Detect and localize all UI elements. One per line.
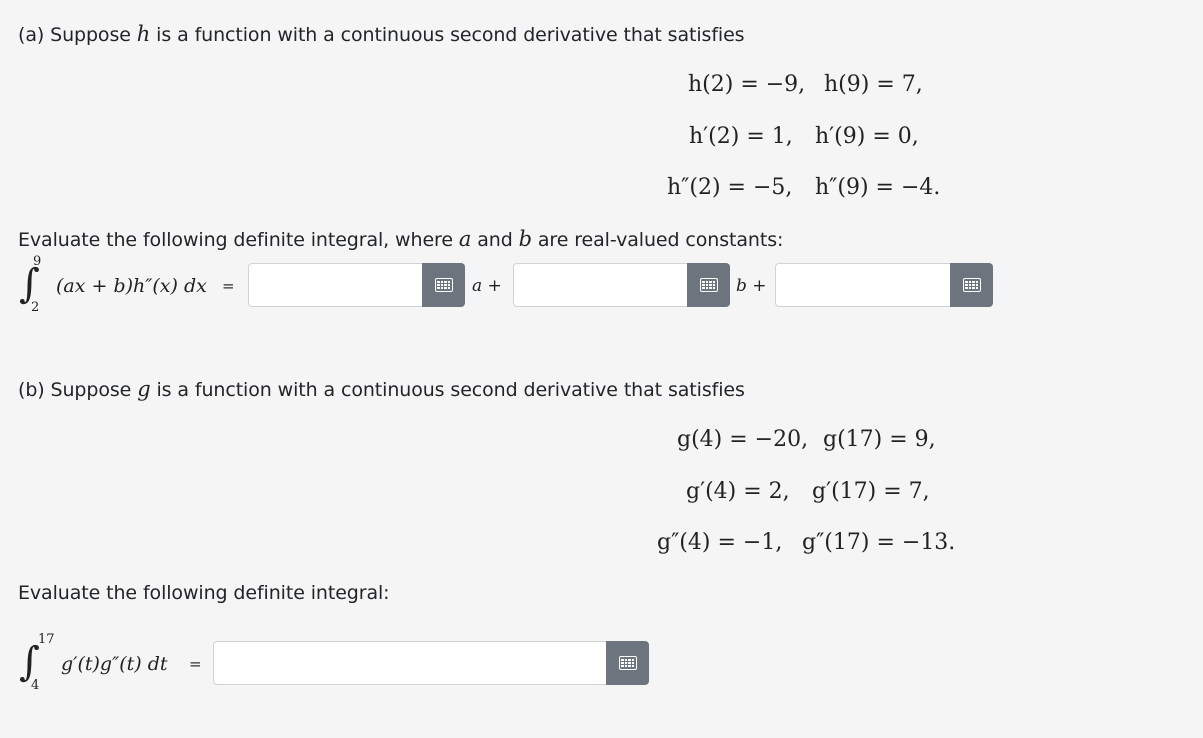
b-answer-group — [213, 641, 649, 685]
a-answer-input-3[interactable] — [775, 263, 950, 307]
b-cond-2-right: g′(17) = 7, — [812, 479, 930, 504]
b-cond-1-right: g(17) = 9, — [823, 427, 936, 452]
b-cond-1-left: g(4) = −20, — [677, 427, 809, 452]
b-integral-sign: ∫ — [19, 639, 40, 685]
b-equals: = — [189, 655, 202, 673]
a-answer-input-1[interactable] — [248, 263, 422, 307]
a-answer-input-2[interactable] — [513, 263, 687, 307]
b-integrand: g′(t)g″(t) dt — [61, 653, 168, 675]
a-answer-group-2 — [513, 263, 730, 307]
a-equals: = — [222, 277, 235, 295]
part-a-intro: (a) Suppose h is a function with a conti… — [18, 22, 745, 46]
a-keyboard-button-2[interactable] — [687, 263, 730, 307]
a-cond-3-left: h″(2) = −5, — [667, 175, 793, 200]
b-keyboard-button[interactable] — [606, 641, 649, 685]
b-cond-2-left: g′(4) = 2, — [686, 479, 790, 504]
a-answer-group-1 — [248, 263, 465, 307]
a-upper-limit: 9 — [33, 254, 42, 269]
b-cond-3-right: g″(17) = −13. — [802, 530, 956, 555]
a-answer-group-3 — [775, 263, 993, 307]
a-cond-2-right: h′(9) = 0, — [815, 124, 919, 149]
a-cond-2-left: h′(2) = 1, — [689, 124, 793, 149]
a-keyboard-button-1[interactable] — [422, 263, 465, 307]
part-b-intro: (b) Suppose g is a function with a conti… — [18, 377, 745, 401]
keyboard-icon — [618, 656, 637, 670]
a-cond-3-right: h″(9) = −4. — [815, 175, 941, 200]
keyboard-icon — [699, 278, 718, 292]
part-b-evaluate: Evaluate the following definite integral… — [18, 582, 390, 604]
a-after-label-1: a + — [472, 276, 502, 296]
keyboard-icon — [434, 278, 453, 292]
b-answer-input[interactable] — [213, 641, 606, 685]
a-cond-1-left: h(2) = −9, — [688, 72, 806, 97]
keyboard-icon — [962, 278, 981, 292]
a-keyboard-button-3[interactable] — [950, 263, 993, 307]
a-after-label-2: b + — [736, 276, 767, 296]
b-lower-limit: 4 — [31, 678, 40, 693]
a-lower-limit: 2 — [31, 300, 40, 315]
b-upper-limit: 17 — [38, 632, 55, 647]
b-cond-3-left: g″(4) = −1, — [657, 530, 783, 555]
a-integrand: (ax + b)h″(x) dx — [56, 275, 207, 297]
part-a-evaluate: Evaluate the following definite integral… — [18, 227, 784, 251]
a-integral-sign: ∫ — [19, 261, 40, 307]
a-cond-1-right: h(9) = 7, — [824, 72, 923, 97]
